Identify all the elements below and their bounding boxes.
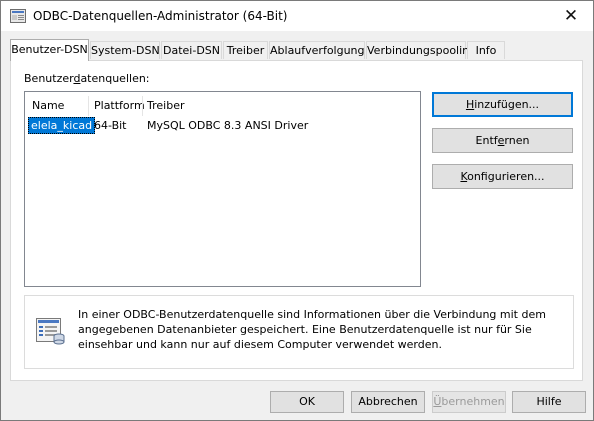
info-box: In einer ODBC-Benutzerdatenquelle sind I… (24, 295, 574, 369)
remove-button[interactable]: Entfernen (432, 128, 573, 153)
column-header-name[interactable]: Name (32, 98, 64, 114)
close-button[interactable]: ✕ (549, 1, 593, 31)
title-bar: ODBC-Datenquellen-Administrator (64-Bit)… (1, 1, 593, 31)
close-icon: ✕ (563, 6, 579, 26)
tab-verbindungspooling[interactable]: Verbindungspooling (366, 41, 476, 59)
tab-system-dsn[interactable]: System-DSN (90, 41, 160, 59)
window-title: ODBC-Datenquellen-Administrator (64-Bit) (33, 9, 288, 23)
tab-ablaufverfolgung[interactable]: Ablaufverfolgung (269, 41, 365, 59)
row-driver-cell: MySQL ODBC 8.3 ANSI Driver (147, 119, 309, 132)
tab-info[interactable]: Info (467, 41, 505, 59)
data-source-list[interactable]: Name Plattform Treiber elela_kicad 64-Bi… (24, 91, 421, 287)
configure-button[interactable]: Konfigurieren... (432, 164, 573, 189)
apply-button[interactable]: Übernehmen (432, 391, 506, 413)
help-button[interactable]: Hilfe (512, 391, 586, 413)
column-divider[interactable] (142, 96, 143, 116)
column-header-driver[interactable]: Treiber (147, 98, 184, 114)
add-button[interactable]: Hinzufügen... (432, 92, 573, 117)
tab-panel-benutzer-dsn: Benutzerdatenquellen: Name Plattform Tre… (10, 60, 583, 381)
database-list-icon (36, 318, 65, 345)
row-platform-cell: 64-Bit (94, 119, 127, 132)
tab-datei-dsn[interactable]: Datei-DSN (161, 41, 222, 59)
cancel-button[interactable]: Abbrechen (351, 391, 425, 413)
table-row[interactable]: elela_kicad 64-Bit MySQL ODBC 8.3 ANSI D… (27, 117, 418, 134)
column-divider[interactable] (88, 96, 89, 116)
user-data-sources-label: Benutzerdatenquellen: (24, 72, 150, 85)
row-name-cell[interactable]: elela_kicad (28, 117, 96, 134)
tab-benutzer-dsn[interactable]: Benutzer-DSN (10, 39, 89, 61)
odbc-admin-window: ODBC-Datenquellen-Administrator (64-Bit)… (0, 0, 594, 421)
info-description: In einer ODBC-Benutzerdatenquelle sind I… (78, 308, 546, 351)
odbc-app-icon (10, 9, 26, 23)
tab-treiber[interactable]: Treiber (223, 41, 268, 59)
ok-button[interactable]: OK (270, 391, 344, 413)
column-header-platform[interactable]: Plattform (94, 98, 145, 114)
